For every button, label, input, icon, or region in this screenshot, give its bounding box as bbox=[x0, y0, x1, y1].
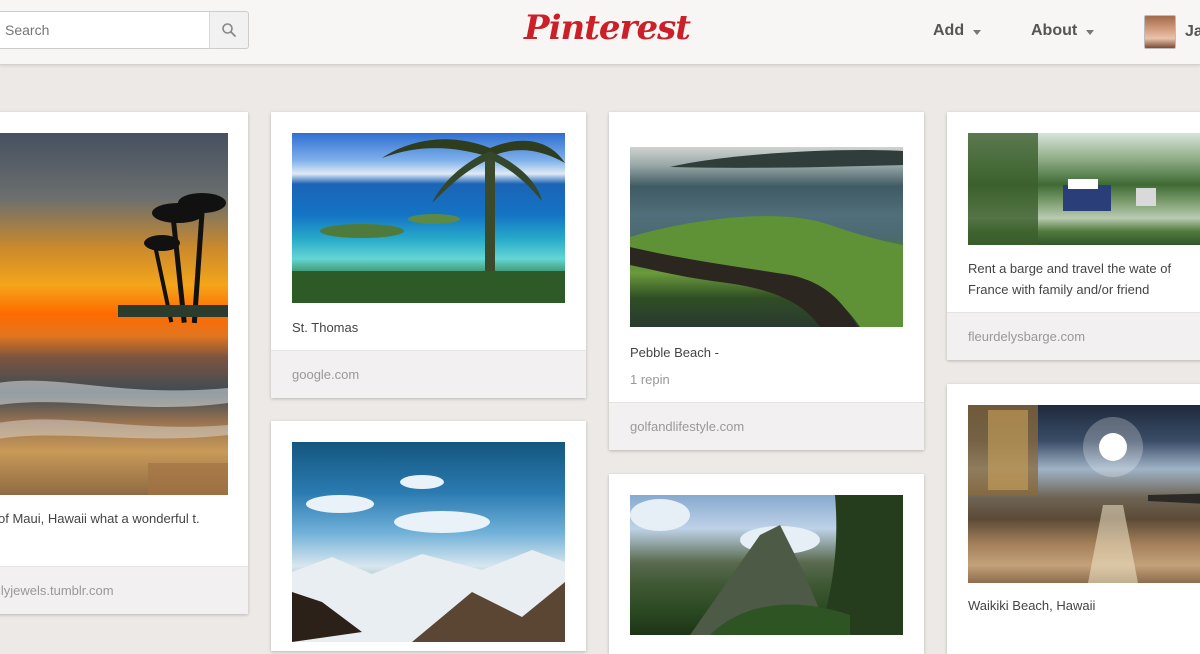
pin-footer: golfandlifestyle.com bbox=[609, 402, 924, 450]
chevron-down-icon bbox=[1086, 29, 1095, 35]
pin-footer: fleurdelysbarge.com bbox=[947, 312, 1200, 360]
mountain-peak bbox=[630, 495, 903, 635]
top-navigation-bar: Pinterest Add About Ja bbox=[0, 0, 1200, 65]
night-beach bbox=[968, 405, 1200, 583]
about-menu-label: About bbox=[1031, 22, 1078, 39]
pin-footer: ilyjewels.tumblr.com bbox=[0, 566, 248, 614]
pin-footer: google.com bbox=[271, 350, 586, 398]
pin-image-mountains[interactable] bbox=[292, 442, 565, 642]
pin-card[interactable]: St. Thomas google.com bbox=[271, 112, 586, 398]
pin-source-link[interactable]: google.com bbox=[292, 367, 359, 382]
pinterest-logo[interactable]: Pinterest bbox=[524, 8, 691, 54]
pin-image-pitons[interactable] bbox=[630, 495, 903, 635]
barge-on-canal bbox=[968, 133, 1156, 245]
pin-description: Rent a barge and travel the wate of Fran… bbox=[968, 261, 1172, 297]
pin-source-link[interactable]: ilyjewels.tumblr.com bbox=[0, 583, 114, 598]
pin-description: Waikiki Beach, Hawaii bbox=[968, 598, 1096, 613]
add-menu-label: Add bbox=[933, 22, 965, 39]
pin-image-canal-barge[interactable] bbox=[968, 133, 1200, 245]
user-name: Ja bbox=[1185, 23, 1200, 40]
pin-source-link[interactable]: golfandlifestyle.com bbox=[630, 419, 744, 434]
search-icon bbox=[222, 23, 236, 37]
pin-card[interactable]: Rent a barge and travel the wate of Fran… bbox=[947, 112, 1200, 360]
chevron-down-icon bbox=[973, 29, 982, 35]
pin-image-st-thomas[interactable] bbox=[292, 133, 565, 303]
about-menu-button[interactable]: About bbox=[1031, 22, 1095, 40]
search-button[interactable] bbox=[209, 11, 249, 49]
avatar bbox=[1144, 15, 1176, 49]
add-menu-button[interactable]: Add bbox=[933, 22, 982, 40]
pin-image-maui-sunset[interactable] bbox=[0, 133, 228, 495]
pin-card[interactable]: of Maui, Hawaii what a wonderful t. ilyj… bbox=[0, 112, 248, 614]
pin-card[interactable] bbox=[271, 421, 586, 651]
pin-card[interactable]: Waikiki Beach, Hawaii bbox=[947, 384, 1200, 654]
search-input[interactable] bbox=[0, 11, 210, 49]
clouds-and-peaks bbox=[292, 475, 565, 642]
pin-card[interactable] bbox=[609, 474, 924, 654]
pin-image-pebble-beach[interactable] bbox=[630, 147, 903, 327]
pin-source-link[interactable]: fleurdelysbarge.com bbox=[968, 329, 1085, 344]
pin-image-waikiki-beach[interactable] bbox=[968, 405, 1200, 583]
pin-description: Pebble Beach - bbox=[630, 345, 719, 360]
user-menu[interactable]: Ja bbox=[1144, 15, 1200, 49]
pin-description: of Maui, Hawaii what a wonderful t. bbox=[0, 511, 200, 526]
palm-tree-silhouette bbox=[292, 139, 565, 303]
palm-trees-silhouette bbox=[0, 193, 228, 495]
coastline bbox=[630, 149, 903, 327]
pin-card[interactable]: Pebble Beach - 1 repin golfandlifestyle.… bbox=[609, 112, 924, 450]
pin-description: St. Thomas bbox=[292, 320, 359, 335]
repin-count[interactable]: 1 repin bbox=[630, 372, 670, 387]
